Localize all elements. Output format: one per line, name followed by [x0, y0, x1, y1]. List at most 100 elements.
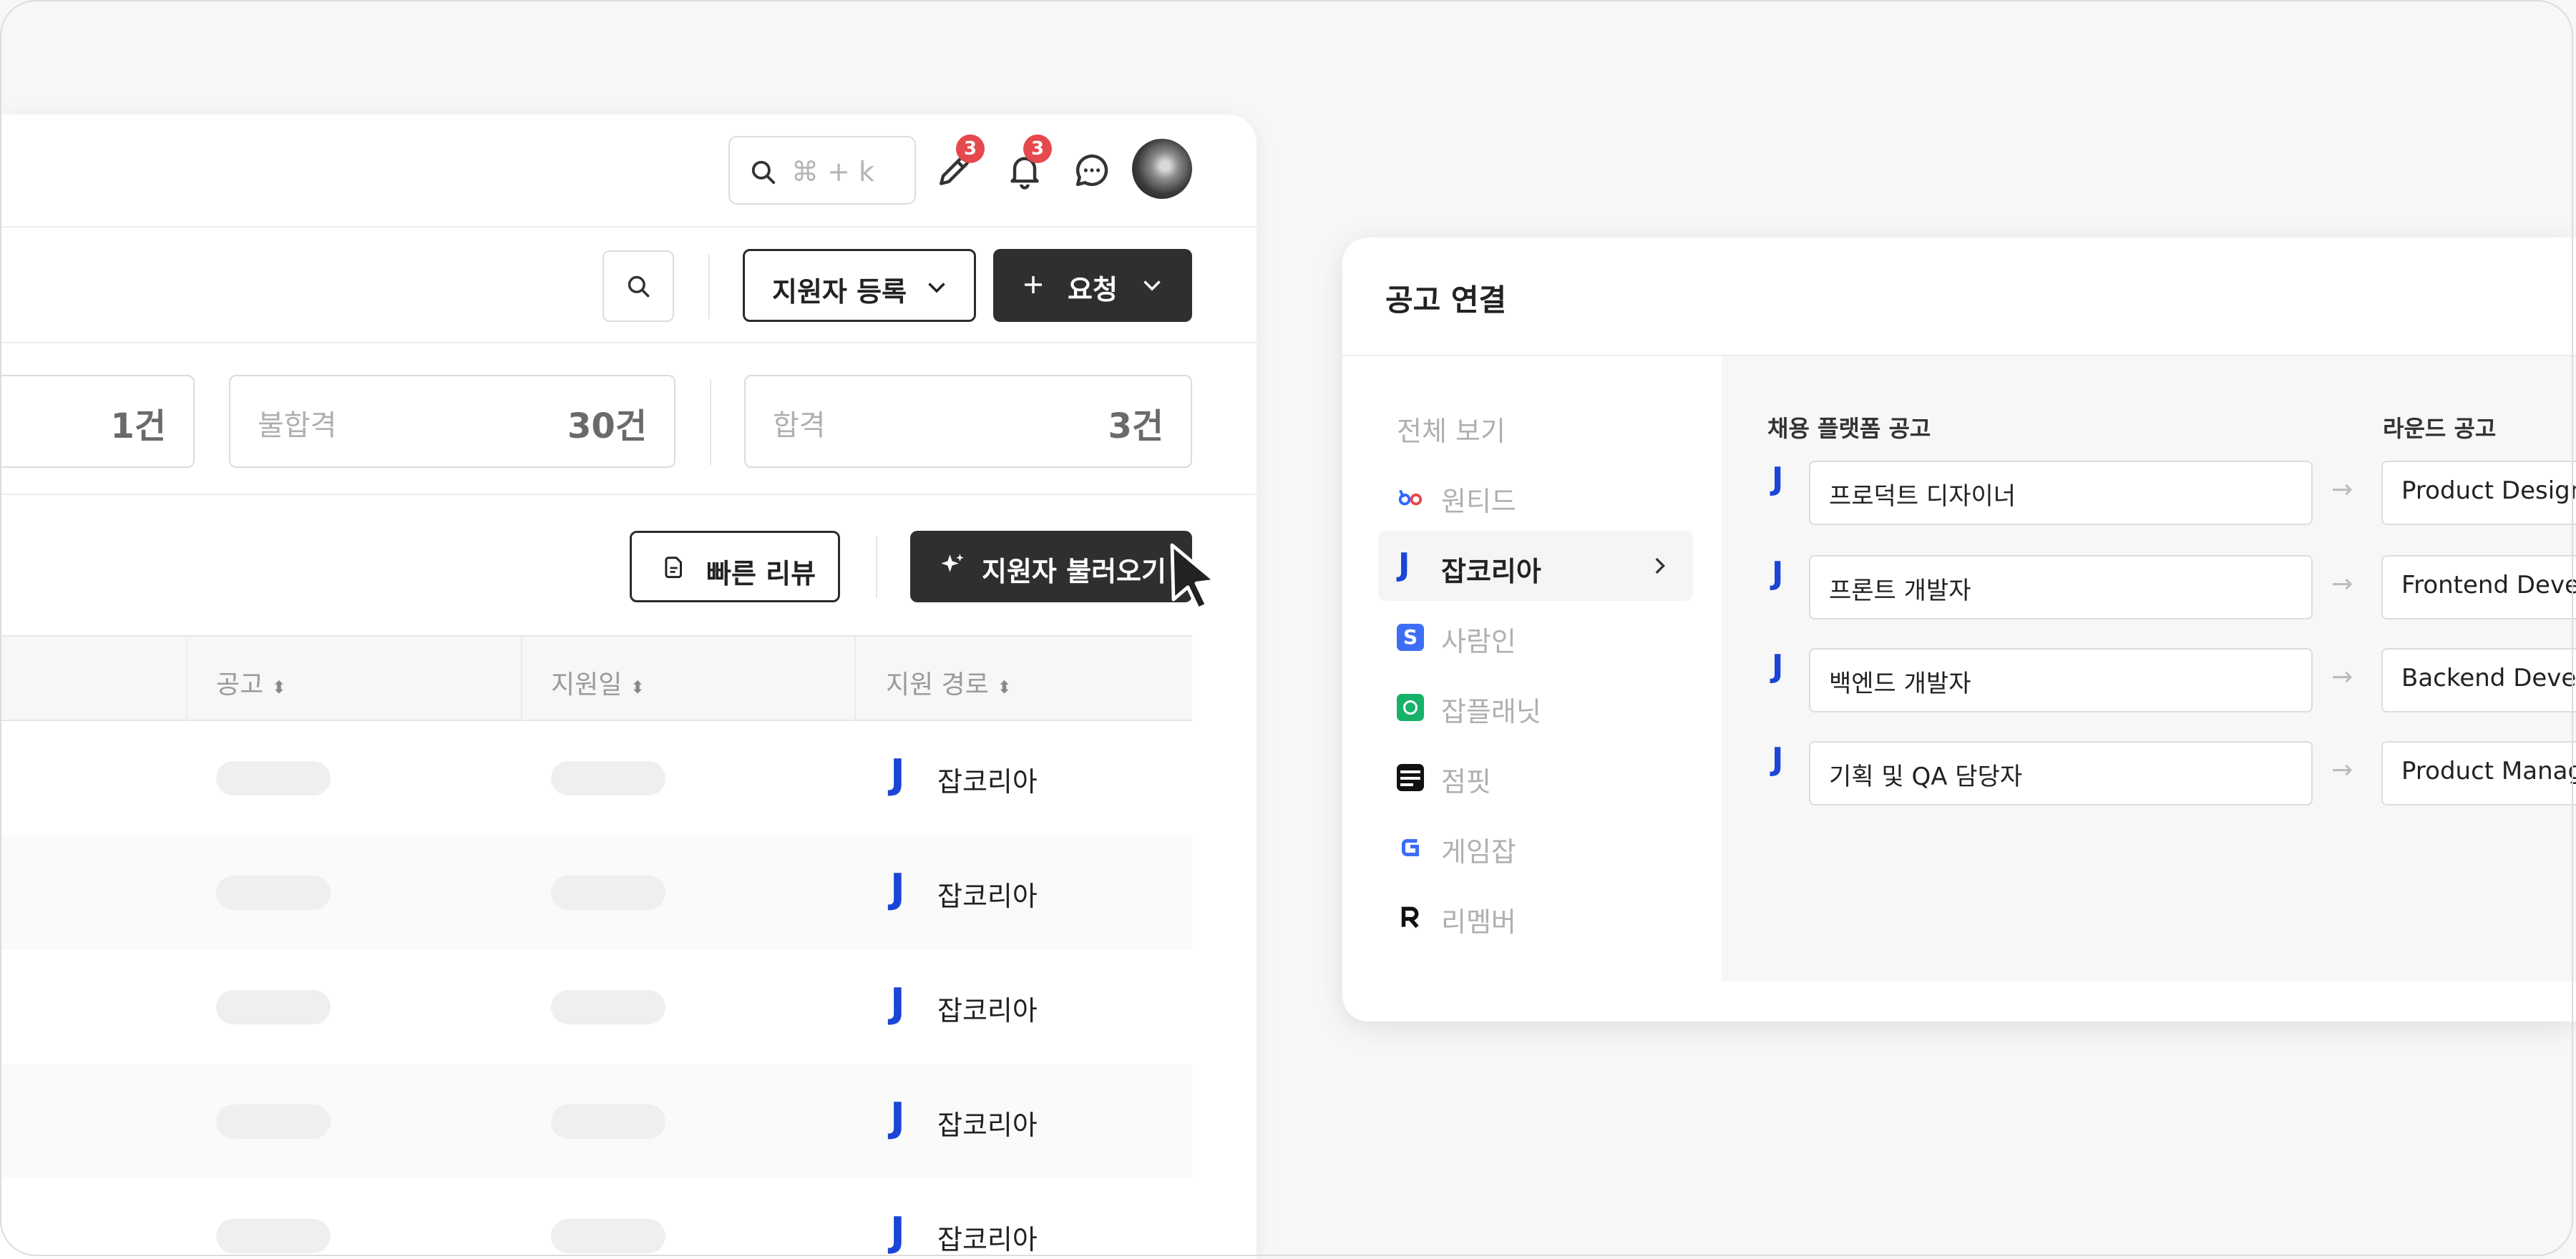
skeleton-placeholder: [551, 1219, 665, 1253]
sort-icon: ⬍: [271, 677, 286, 697]
skeleton-placeholder: [551, 876, 665, 910]
plus-icon: [1025, 276, 1042, 293]
stat-label: 합격: [773, 409, 826, 442]
sidebar-item-label: 리멤버: [1441, 906, 1516, 938]
main-window: ⌘ + k 3 3 지원자 등록 요청 1건 불합격 30건 합격 3건 빠른 …: [0, 114, 1257, 1259]
sidebar-item-label: 전체 보기: [1397, 416, 1506, 447]
jobkorea-icon: J: [890, 866, 905, 912]
round-posting-field[interactable]: Product Designer: [2381, 461, 2576, 525]
global-search[interactable]: ⌘ + k: [728, 136, 916, 205]
search-shortcut-hint: ⌘ + k: [791, 156, 875, 187]
arrow-right-icon: →: [2331, 569, 2353, 599]
saramin-icon: S: [1397, 624, 1424, 651]
sidebar-item-label: 잡코리아: [1441, 556, 1541, 587]
source-name: 잡코리아: [937, 1109, 1038, 1141]
import-applicants-button[interactable]: 지원자 불러오기: [910, 531, 1192, 602]
skeleton-placeholder: [551, 1104, 665, 1139]
mapping-area: 채용 플랫폼 공고 라운드 공고 J 프로덕트 디자이너 → Product D…: [1722, 356, 2576, 981]
action-divider: [876, 537, 877, 598]
arrow-right-icon: →: [2331, 662, 2353, 692]
stat-value: 3건: [1108, 406, 1163, 446]
stat-card-rejected[interactable]: 불합격 30건: [229, 375, 675, 468]
jobkorea-icon: J: [1772, 461, 1784, 497]
quick-review-button[interactable]: 빠른 리뷰: [630, 531, 840, 602]
column-header-source[interactable]: 지원 경로 ⬍: [886, 664, 1012, 701]
section-divider: [0, 494, 1257, 495]
sparkle-icon: [941, 554, 964, 572]
jobplanet-icon: [1397, 694, 1424, 721]
sidebar-item-jobplanet[interactable]: 잡플래닛: [1378, 671, 1693, 741]
sidebar-item-label: 게임잡: [1441, 836, 1516, 868]
mouse-cursor-icon: [1170, 543, 1217, 611]
sidebar-item-label: 원티드: [1441, 486, 1516, 517]
remember-icon: [1401, 906, 1419, 929]
register-applicant-button[interactable]: 지원자 등록: [743, 249, 976, 322]
jobkorea-icon: J: [1772, 648, 1784, 685]
sidebar-item-label: 잡플래닛: [1441, 696, 1541, 728]
platform-posting-field[interactable]: 프론트 개발자: [1809, 555, 2313, 619]
round-posting-field[interactable]: Frontend Developer: [2381, 555, 2576, 619]
search-icon: [628, 275, 650, 298]
stat-divider: [710, 379, 711, 465]
sort-icon: ⬍: [630, 677, 645, 697]
stat-value: 30건: [567, 406, 647, 446]
sidebar-item-saramin[interactable]: S 사람인: [1378, 601, 1693, 671]
sidebar-item-all[interactable]: 전체 보기: [1378, 391, 1693, 461]
sidebar-item-jumpit[interactable]: 점핏: [1378, 741, 1693, 811]
document-icon: [665, 557, 683, 579]
source-name: 잡코리아: [937, 766, 1038, 798]
skeleton-placeholder: [216, 761, 331, 795]
skeleton-placeholder: [216, 1104, 331, 1139]
sidebar-item-label: 사람인: [1441, 626, 1516, 657]
table-row[interactable]: J 잡코리아: [0, 950, 1192, 1064]
round-column-header: 라운드 공고: [2383, 415, 2497, 442]
round-posting-field[interactable]: Product Manager: [2381, 741, 2576, 805]
jobkorea-icon: J: [890, 751, 905, 798]
toolbar-divider: [708, 255, 710, 319]
sort-icon: ⬍: [997, 677, 1012, 697]
chat-bubble-icon: [1075, 154, 1108, 187]
sidebar-item-remember[interactable]: 리멤버: [1378, 881, 1693, 951]
source-name: 잡코리아: [937, 995, 1038, 1027]
skeleton-placeholder: [216, 876, 331, 910]
sidebar-item-wanted[interactable]: 원티드: [1378, 461, 1693, 531]
panel-title: 공고 연결: [1385, 283, 1507, 318]
table-search-button[interactable]: [602, 250, 674, 322]
stat-label: 불합격: [258, 409, 337, 442]
import-label: 지원자 불러오기: [982, 556, 1166, 587]
stat-card[interactable]: 1건: [0, 375, 195, 468]
chevron-down-icon: [1143, 280, 1161, 291]
column-header-posting[interactable]: 공고 ⬍: [216, 664, 286, 701]
stat-card-passed[interactable]: 합격 3건: [744, 375, 1192, 468]
messages-button[interactable]: [1072, 150, 1112, 190]
user-avatar[interactable]: [1132, 139, 1192, 199]
skeleton-placeholder: [216, 990, 331, 1024]
chevron-down-icon: [928, 283, 945, 293]
applicant-table: 공고 ⬍ 지원일 ⬍ 지원 경로 ⬍ J 잡코리아 J 잡코리아 J 잡코리아: [0, 635, 1192, 1259]
table-row[interactable]: J 잡코리아: [0, 721, 1192, 836]
platform-posting-field[interactable]: 프로덕트 디자이너: [1809, 461, 2313, 525]
sidebar-item-gamejob[interactable]: 게임잡: [1378, 811, 1693, 881]
request-button[interactable]: 요청: [993, 249, 1192, 322]
source-name: 잡코리아: [937, 1224, 1038, 1255]
edit-badge: 3: [956, 134, 985, 163]
notification-button[interactable]: 3: [1005, 134, 1052, 190]
register-label: 지원자 등록: [772, 276, 907, 308]
stat-value: 1건: [110, 406, 166, 446]
jobkorea-icon: J: [890, 1094, 905, 1141]
edit-button[interactable]: 3: [935, 134, 985, 190]
arrow-right-icon: →: [2331, 755, 2353, 785]
jobkorea-icon: J: [890, 980, 905, 1027]
platform-posting-field[interactable]: 백엔드 개발자: [1809, 648, 2313, 712]
round-posting-field[interactable]: Backend Developer: [2381, 648, 2576, 712]
column-header-date[interactable]: 지원일 ⬍: [551, 664, 645, 701]
gamejob-icon: [1401, 838, 1420, 857]
table-row[interactable]: J 잡코리아: [0, 1179, 1192, 1259]
skeleton-placeholder: [216, 1219, 331, 1253]
sidebar-item-jobkorea[interactable]: J 잡코리아: [1378, 531, 1693, 601]
table-row[interactable]: J 잡코리아: [0, 836, 1192, 950]
chevron-right-icon: [1655, 557, 1665, 574]
table-row[interactable]: J 잡코리아: [0, 1064, 1192, 1179]
skeleton-placeholder: [551, 990, 665, 1024]
platform-posting-field[interactable]: 기획 및 QA 담당자: [1809, 741, 2313, 805]
